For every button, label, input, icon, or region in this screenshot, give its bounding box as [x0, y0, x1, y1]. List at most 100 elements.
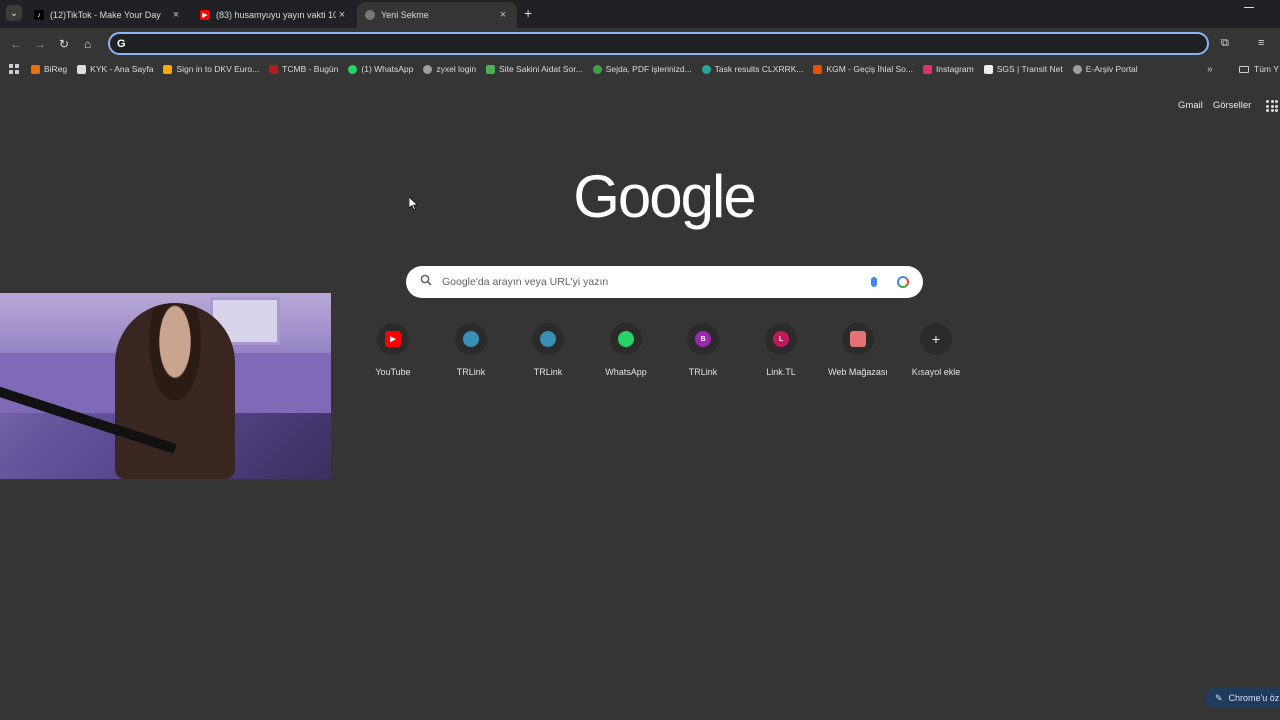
globe-icon	[1072, 64, 1082, 74]
shortcut-label: TRLink	[533, 367, 563, 377]
bookmark-item[interactable]: zyxel login	[423, 64, 476, 74]
bookmark-item[interactable]: (1) WhatsApp	[348, 64, 413, 74]
shortcut-label: Web Mağazası	[828, 367, 888, 377]
search-icon	[420, 273, 432, 291]
google-lens-icon[interactable]	[897, 276, 909, 288]
bookmark-icon	[77, 64, 87, 74]
bookmark-item[interactable]: KYK - Ana Sayfa	[77, 64, 153, 74]
bookmark-item[interactable]: Instagram	[922, 64, 974, 74]
bookmark-icon	[163, 64, 173, 74]
bookmark-item[interactable]: TCMB - Bugün	[269, 64, 338, 74]
address-input[interactable]	[125, 37, 1207, 50]
shortcut-add[interactable]: + Kısayol ekle	[898, 323, 974, 377]
search-box[interactable]: Google'da arayın veya URL'yi yazın	[406, 266, 923, 298]
bookmark-label: E-Arşiv Portal	[1085, 64, 1138, 74]
bookmark-item[interactable]: Sejda, PDF işlerinizd...	[592, 64, 692, 74]
all-bookmarks-label: Tüm Y	[1254, 64, 1279, 74]
shortcut-web-store[interactable]: Web Mağazası	[820, 323, 896, 377]
address-bar[interactable]: G	[108, 32, 1209, 55]
bookmark-label: TCMB - Bugün	[282, 64, 339, 74]
tab-new-tab[interactable]: Yeni Sekme ×	[357, 2, 517, 28]
folder-icon	[1239, 65, 1249, 73]
close-icon[interactable]: ×	[336, 9, 348, 21]
close-icon[interactable]: ×	[170, 9, 182, 21]
tab-strip: ⌄ ♪ (12)TikTok - Make Your Day × ▶ (83) …	[0, 0, 1280, 28]
shortcut-trlink[interactable]: TRLink	[510, 323, 586, 377]
bookmark-icon	[269, 64, 279, 74]
tiktok-icon: ♪	[34, 10, 44, 20]
shortcut-youtube[interactable]: ▶ YouTube	[355, 323, 431, 377]
extensions-icon[interactable]: ⧉	[1221, 37, 1229, 50]
bookmark-icon	[592, 64, 602, 74]
bookmarks-overflow-button[interactable]: »	[1207, 64, 1213, 75]
google-logo: Google	[573, 163, 756, 230]
tab-tiktok[interactable]: ♪ (12)TikTok - Make Your Day ×	[26, 2, 190, 28]
shortcut-label: TRLink	[456, 367, 486, 377]
shortcut-circle: B	[687, 323, 719, 355]
bookmark-item[interactable]: KGM - Geçiş İhlal So...	[813, 64, 913, 74]
new-tab-button[interactable]: +	[524, 6, 532, 20]
bookmark-label: Site Sakini Aidat Sor...	[499, 64, 583, 74]
bookmark-icon	[983, 64, 993, 74]
bookmark-label: Instagram	[935, 64, 974, 74]
globe-icon	[540, 331, 556, 347]
tab-title: (83) husamyuyu yayın vakti 10	[216, 10, 336, 20]
all-bookmarks-folder[interactable]: Tüm Y	[1239, 64, 1279, 74]
back-arrow-icon[interactable]: ←	[10, 37, 22, 51]
forward-arrow-icon[interactable]: →	[34, 37, 46, 51]
gmail-link[interactable]: Gmail	[1178, 100, 1203, 111]
mouse-cursor-icon	[408, 196, 419, 216]
bookmark-label: SGS | Transit Net	[996, 64, 1063, 74]
bookmark-icon	[701, 64, 711, 74]
shortcut-label: YouTube	[375, 367, 411, 377]
instagram-icon	[922, 64, 932, 74]
globe-icon	[423, 64, 433, 74]
shortcut-label: Kısayol ekle	[911, 367, 961, 377]
minimize-button[interactable]	[1244, 7, 1254, 8]
bookmarks-bar: BiReg KYK - Ana Sayfa Sign in to DKV Eur…	[0, 60, 1280, 78]
top-links: Gmail Görseller	[1178, 100, 1251, 111]
images-link[interactable]: Görseller	[1213, 100, 1252, 111]
shortcut-circle	[610, 323, 642, 355]
bookmark-label: (1) WhatsApp	[361, 64, 414, 74]
letter-b-icon: B	[695, 331, 711, 347]
bookmark-item[interactable]: E-Arşiv Portal	[1072, 64, 1138, 74]
bookmark-item[interactable]: Sign in to DKV Euro...	[163, 64, 259, 74]
shortcut-trlink[interactable]: TRLink	[433, 323, 509, 377]
webcam-overlay	[0, 293, 331, 479]
shortcut-whatsapp[interactable]: WhatsApp	[588, 323, 664, 377]
close-icon[interactable]: ×	[497, 9, 509, 21]
bookmark-label: Sejda, PDF işlerinizd...	[605, 64, 692, 74]
google-g-icon: G	[117, 37, 126, 50]
menu-icon[interactable]: ≡	[1258, 37, 1264, 49]
pencil-icon: ✎	[1215, 692, 1223, 703]
chrome-icon	[365, 10, 375, 20]
whatsapp-icon	[618, 331, 634, 347]
tab-youtube[interactable]: ▶ (83) husamyuyu yayın vakti 10 ×	[192, 2, 356, 28]
bookmark-item[interactable]: BiReg	[31, 64, 67, 74]
microphone-icon[interactable]	[871, 277, 877, 287]
youtube-icon: ▶	[385, 331, 401, 347]
customize-chrome-button[interactable]: ✎ Chrome'u öz	[1205, 688, 1280, 708]
bookmark-item[interactable]: Task results CLXRRK...	[701, 64, 804, 74]
webcam-person	[115, 303, 235, 479]
shortcut-linktl[interactable]: L Link.TL	[743, 323, 819, 377]
shortcut-circle: L	[765, 323, 797, 355]
home-icon[interactable]: ⌂	[84, 37, 91, 51]
reload-icon[interactable]: ↻	[59, 37, 69, 51]
tab-title: Yeni Sekme	[381, 10, 429, 20]
bookmark-label: Task results CLXRRK...	[714, 64, 804, 74]
shortcut-trlink[interactable]: B TRLink	[665, 323, 741, 377]
bookmark-item[interactable]: Site Sakini Aidat Sor...	[486, 64, 583, 74]
shortcut-circle	[842, 323, 874, 355]
whatsapp-icon	[348, 64, 358, 74]
shortcut-circle: ▶	[377, 323, 409, 355]
apps-icon[interactable]	[9, 64, 19, 74]
google-apps-icon[interactable]	[1266, 100, 1278, 112]
bookmark-item[interactable]: SGS | Transit Net	[983, 64, 1063, 74]
bookmark-icon	[486, 64, 496, 74]
shortcut-circle: +	[920, 323, 952, 355]
tab-search-button[interactable]: ⌄	[6, 5, 22, 21]
shortcut-label: WhatsApp	[605, 367, 647, 377]
customize-chrome-label: Chrome'u öz	[1228, 693, 1280, 703]
